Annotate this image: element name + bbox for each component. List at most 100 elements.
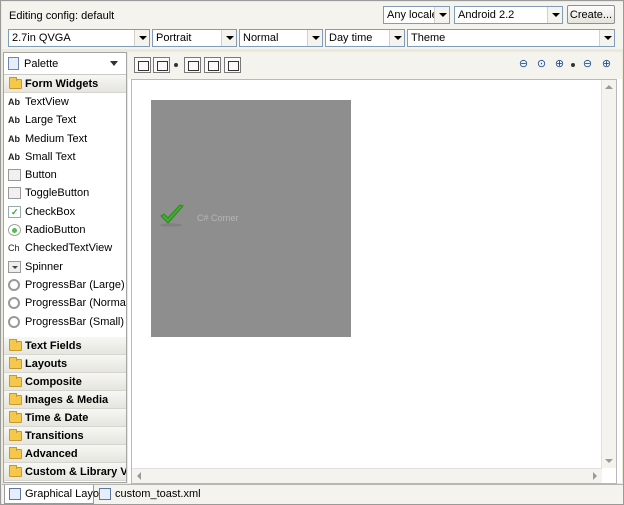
orientation-select[interactable]: Portrait xyxy=(152,29,237,47)
palette-item-textview[interactable]: Ab TextView xyxy=(4,93,126,111)
folder-icon xyxy=(9,464,22,477)
folder-icon xyxy=(9,392,22,405)
palette-item-label: Spinner xyxy=(25,260,63,273)
config-header: Editing config: default Any locale Andro… xyxy=(2,2,623,29)
category-label: Advanced xyxy=(25,447,78,460)
palette-item-progressbar-large[interactable]: ProgressBar (Large) xyxy=(4,276,126,294)
tab-label: custom_toast.xml xyxy=(115,488,201,500)
horizontal-scrollbar[interactable] xyxy=(132,468,602,483)
palette-item-label: CheckBox xyxy=(25,205,76,218)
editing-config-label: Editing config: xyxy=(9,10,79,22)
category-form-widgets[interactable]: Form Widgets xyxy=(4,75,126,93)
create-config-button[interactable]: Create... xyxy=(567,5,615,24)
platform-select[interactable]: Android 2.2 xyxy=(454,6,563,24)
category-label: Transitions xyxy=(25,429,84,442)
category-custom-library-views[interactable]: Custom & Library View xyxy=(4,462,127,481)
palette-item-radiobutton[interactable]: RadioButton xyxy=(4,221,126,239)
layout-canvas[interactable]: C# Corner xyxy=(131,79,617,484)
zoom-fit-icon[interactable]: ⊙ xyxy=(535,58,548,71)
toast-text: C# Corner xyxy=(197,213,239,223)
palette-item-label: ProgressBar (Small) xyxy=(25,315,125,328)
category-composite[interactable]: Composite xyxy=(4,372,126,391)
screen-size-select[interactable]: 2.7in QVGA xyxy=(8,29,150,47)
dock-mode-select[interactable]: Normal xyxy=(239,29,323,47)
palette-item-label: RadioButton xyxy=(25,224,86,237)
category-transitions[interactable]: Transitions xyxy=(4,426,126,445)
progress-widget-icon xyxy=(8,315,20,328)
palette-item-label: Button xyxy=(25,169,57,182)
theme-select[interactable]: Theme xyxy=(407,29,615,47)
screen-size-value: 2.7in QVGA xyxy=(12,32,71,44)
fill-width-icon[interactable] xyxy=(184,57,201,73)
zoom-actual-icon[interactable]: ⊕ xyxy=(553,58,566,71)
palette-item-small-text[interactable]: Ab Small Text xyxy=(4,148,126,166)
canvas-area: ⊖ ⊙ ⊕ ⊖ ⊕ C# Corner xyxy=(128,52,622,484)
palette-item-checkbox[interactable]: CheckBox xyxy=(4,203,126,221)
folder-icon xyxy=(9,356,22,369)
folder-open-icon xyxy=(9,77,22,89)
time-mode-select[interactable]: Day time xyxy=(325,29,405,47)
category-label: Custom & Library View xyxy=(25,465,127,478)
palette-item-checkedtextview[interactable]: Ch CheckedTextView xyxy=(4,239,126,257)
palette-item-progressbar-small[interactable]: ProgressBar (Small) xyxy=(4,313,126,331)
palette-header[interactable]: Palette xyxy=(4,53,126,75)
button-widget-icon xyxy=(8,169,21,182)
time-mode-value: Day time xyxy=(329,32,373,44)
chevron-down-icon xyxy=(547,7,562,23)
scroll-up-icon[interactable] xyxy=(605,85,613,89)
category-text-fields[interactable]: Text Fields xyxy=(4,336,126,355)
layout-horizontal-icon[interactable] xyxy=(134,57,151,73)
category-label: Layouts xyxy=(25,357,68,370)
device-screen-preview[interactable]: C# Corner xyxy=(151,100,351,337)
category-advanced[interactable]: Advanced xyxy=(4,444,126,463)
palette-item-spinner[interactable]: Spinner xyxy=(4,258,126,276)
locale-select[interactable]: Any locale xyxy=(383,6,450,24)
palette-item-label: Large Text xyxy=(25,114,77,127)
fill-height-icon[interactable] xyxy=(204,57,221,73)
palette-panel: Palette Form Widgets Ab TextView Ab Larg… xyxy=(3,52,127,483)
chevron-down-icon[interactable] xyxy=(110,61,118,66)
palette-item-large-text[interactable]: Ab Large Text xyxy=(4,111,126,129)
tab-xml-source[interactable]: custom_toast.xml xyxy=(95,485,201,504)
folder-icon xyxy=(9,338,22,351)
layout-editor-window: Editing config: default Any locale Andro… xyxy=(0,0,624,505)
category-images-media[interactable]: Images & Media xyxy=(4,390,126,409)
chevron-down-icon xyxy=(599,30,614,46)
category-time-date[interactable]: Time & Date xyxy=(4,408,126,427)
checkbox-widget-icon xyxy=(8,205,21,218)
canvas-toolbar: ⊖ ⊙ ⊕ ⊖ ⊕ xyxy=(128,52,622,79)
toolbar-separator-dot xyxy=(571,63,575,67)
palette-item-togglebutton[interactable]: ToggleButton xyxy=(4,184,126,202)
category-layouts[interactable]: Layouts xyxy=(4,354,126,373)
layout-vertical-icon[interactable] xyxy=(153,57,170,73)
category-label: Images & Media xyxy=(25,393,109,406)
palette-item-label: Medium Text xyxy=(25,132,88,145)
vertical-scrollbar[interactable] xyxy=(601,80,616,468)
palette-item-progressbar-normal[interactable]: ProgressBar (Normal) xyxy=(4,294,126,312)
category-label: Time & Date xyxy=(25,411,89,424)
zoom-out-icon[interactable]: ⊖ xyxy=(517,58,530,71)
chevron-down-icon xyxy=(307,30,322,46)
checked-text-widget-icon: Ch xyxy=(8,243,20,254)
scroll-down-icon[interactable] xyxy=(605,459,613,463)
tab-graphical-layout[interactable]: Graphical Layout xyxy=(4,485,108,504)
folder-icon xyxy=(9,428,22,441)
xml-file-icon xyxy=(99,488,111,500)
toggle-widget-icon xyxy=(8,187,21,200)
theme-value: Theme xyxy=(411,32,446,44)
zoom-in-icon[interactable]: ⊕ xyxy=(600,58,613,71)
config-bar: 2.7in QVGA Portrait Normal Day time Them… xyxy=(2,29,623,49)
toolbar-separator-dot xyxy=(174,63,178,67)
category-label: Composite xyxy=(25,375,82,388)
palette-title: Palette xyxy=(24,58,59,70)
palette-item-medium-text[interactable]: Ab Medium Text xyxy=(4,130,126,148)
scroll-right-icon[interactable] xyxy=(593,472,597,480)
orientation-value: Portrait xyxy=(156,32,192,44)
platform-select-value: Android 2.2 xyxy=(458,9,515,21)
dock-mode-value: Normal xyxy=(243,32,279,44)
scroll-left-icon[interactable] xyxy=(137,472,141,480)
palette-item-button[interactable]: Button xyxy=(4,166,126,184)
palette-item-label: CheckedTextView xyxy=(25,242,113,255)
zoom-out-small-icon[interactable]: ⊖ xyxy=(581,58,594,71)
baseline-icon[interactable] xyxy=(224,57,241,73)
